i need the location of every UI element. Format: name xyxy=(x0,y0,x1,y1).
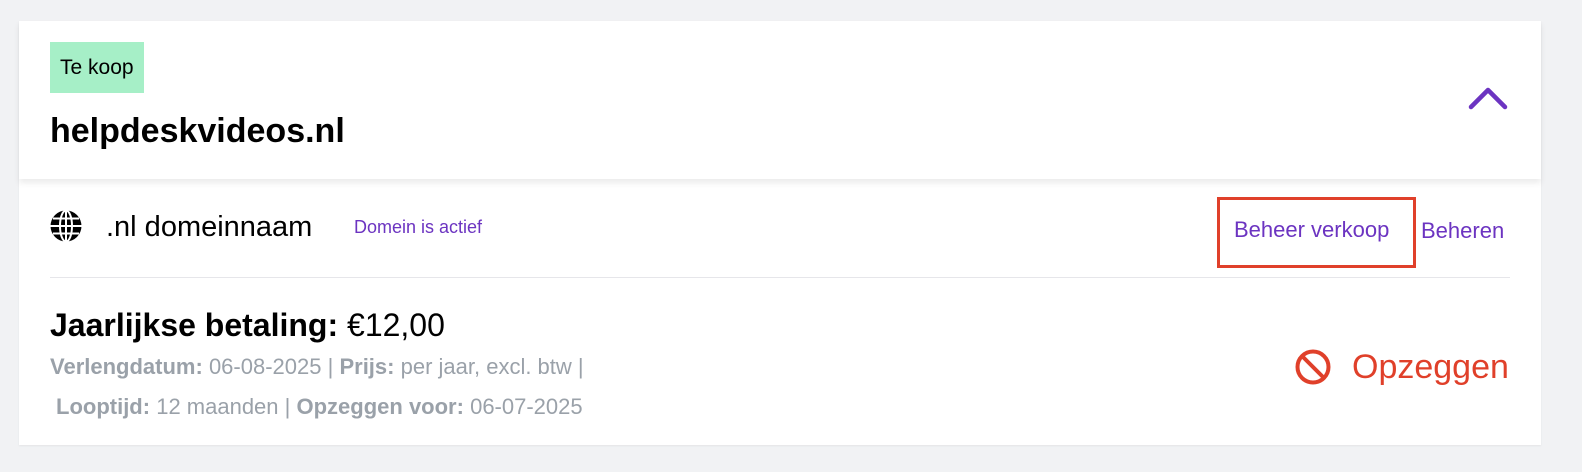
price-label: Prijs: xyxy=(339,354,395,379)
cancel-before-value: 06-07-2025 xyxy=(470,394,583,419)
payment-label: Jaarlijkse betaling: xyxy=(50,307,339,343)
collapse-button[interactable] xyxy=(1464,77,1512,117)
status-badge: Te koop xyxy=(50,42,144,93)
renewal-label: Verlengdatum: xyxy=(50,354,203,379)
separator: | xyxy=(284,394,291,419)
separator: | xyxy=(327,354,334,379)
domain-card: Te koop helpdeskvideos.nl .nl domeinnaam… xyxy=(19,21,1541,445)
term-label: Looptijd: xyxy=(56,394,151,419)
card-header: Te koop helpdeskvideos.nl xyxy=(19,21,1541,179)
renewal-value: 06-08-2025 xyxy=(208,354,322,379)
meta-line-2: Looptijd: 12 maanden | Opzeggen voor: 06… xyxy=(56,392,583,422)
meta-line-1: Verlengdatum: 06-08-2025 | Prijs: per ja… xyxy=(50,352,584,382)
payment-summary: Jaarlijkse betaling: €12,00 xyxy=(50,305,445,345)
card-body: .nl domeinnaam Domein is actief Beheer v… xyxy=(19,179,1541,445)
divider xyxy=(50,277,1510,278)
manage-sale-link[interactable]: Beheer verkoop xyxy=(1234,215,1389,245)
globe-icon xyxy=(50,209,82,243)
term-value: 12 maanden xyxy=(156,394,279,419)
domain-title: helpdeskvideos.nl xyxy=(50,112,345,150)
product-name: .nl domeinnaam xyxy=(106,211,313,243)
chevron-up-icon xyxy=(1468,87,1508,110)
cancel-button[interactable]: Opzeggen xyxy=(1294,345,1509,389)
price-value: per jaar, excl. btw xyxy=(400,354,572,379)
payment-amount: €12,00 xyxy=(347,307,445,343)
prohibited-icon xyxy=(1295,349,1331,385)
separator: | xyxy=(577,354,584,379)
manage-link[interactable]: Beheren xyxy=(1421,216,1504,246)
cancel-label: Opzeggen xyxy=(1352,347,1509,386)
cancel-before-label: Opzeggen voor: xyxy=(296,394,464,419)
domain-status: Domein is actief xyxy=(354,217,483,237)
